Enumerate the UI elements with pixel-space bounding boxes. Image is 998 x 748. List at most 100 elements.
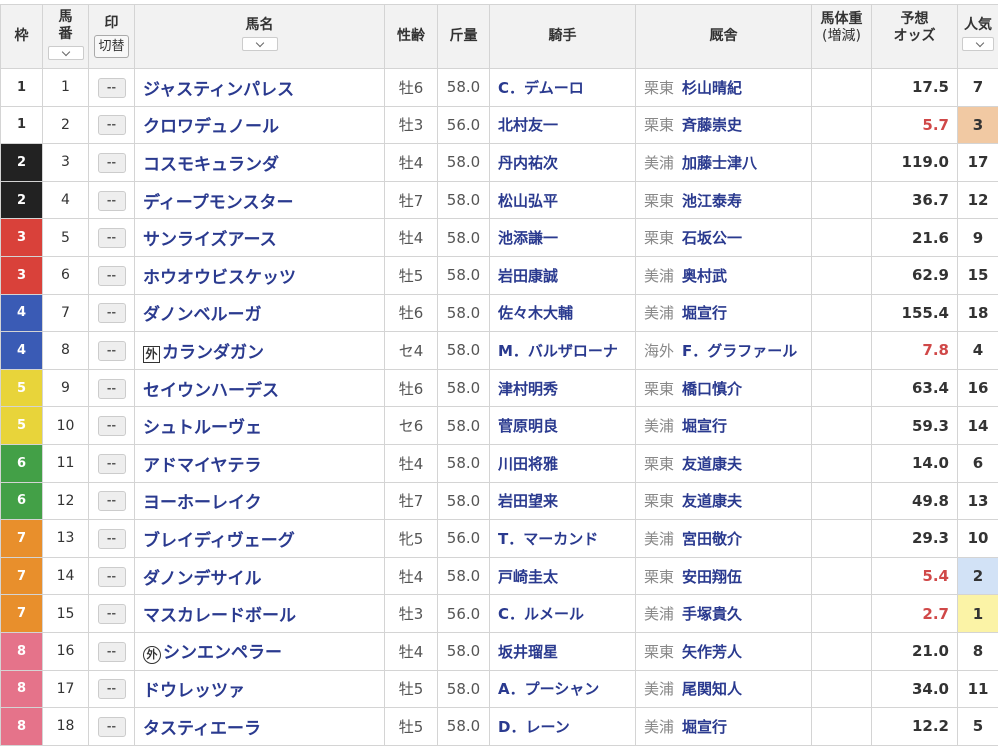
header-umaban[interactable]: 馬番 xyxy=(42,4,89,69)
horse-name-link[interactable]: ジャスティンパレス xyxy=(143,80,294,100)
horse-name-cell[interactable]: ブレイディヴェーグ xyxy=(134,519,385,558)
horse-name-cell[interactable]: ダノンデサイル xyxy=(134,556,385,596)
jockey-link[interactable]: C．ルメール xyxy=(498,605,584,623)
trainer-cell[interactable]: 栗東 橋口慎介 xyxy=(635,368,812,408)
horse-name-link[interactable]: ダノンデサイル xyxy=(143,569,262,589)
trainer-link[interactable]: 友道康夫 xyxy=(682,492,742,510)
horse-name-cell[interactable]: ダノンベルーガ xyxy=(134,293,385,333)
jockey-link[interactable]: M．バルザローナ xyxy=(498,342,618,360)
jockey-link[interactable]: 戸崎圭太 xyxy=(498,568,558,586)
trainer-link[interactable]: 堀宣行 xyxy=(682,417,727,435)
trainer-link[interactable]: 加藤士津八 xyxy=(682,154,757,172)
jockey-link[interactable]: T．マーカンド xyxy=(498,530,598,548)
header-horse[interactable]: 馬名 xyxy=(134,4,385,69)
mark-selector[interactable]: -- xyxy=(97,115,126,136)
trainer-link[interactable]: 杉山晴紀 xyxy=(682,79,742,97)
jockey-link[interactable]: 川田将雅 xyxy=(498,455,558,473)
sort-horse-chevron-icon[interactable] xyxy=(241,37,278,51)
jockey-link[interactable]: A．プーシャン xyxy=(498,680,599,698)
trainer-link[interactable]: F．グラファール xyxy=(682,342,797,360)
jockey-link[interactable]: 北村友一 xyxy=(498,116,558,134)
horse-name-cell[interactable]: 外カランダガン xyxy=(134,331,385,370)
jockey-link[interactable]: D．レーン xyxy=(498,718,570,736)
trainer-cell[interactable]: 美浦 堀宣行 xyxy=(635,406,812,445)
jockey-link[interactable]: 岩田康誠 xyxy=(498,267,558,285)
horse-name-link[interactable]: ホウオウビスケッツ xyxy=(143,268,296,288)
jockey-cell[interactable]: 佐々木大輔 xyxy=(489,293,636,333)
trainer-link[interactable]: 奥村武 xyxy=(682,267,727,285)
mark-selector[interactable]: -- xyxy=(97,604,126,625)
jockey-cell[interactable]: 松山弘平 xyxy=(489,180,636,220)
jockey-cell[interactable]: D．レーン xyxy=(489,707,636,746)
horse-name-cell[interactable]: ホウオウビスケッツ xyxy=(134,255,385,295)
jockey-cell[interactable]: 丹内祐次 xyxy=(489,143,636,182)
trainer-link[interactable]: 矢作芳人 xyxy=(682,643,742,661)
trainer-cell[interactable]: 美浦 宮田敬介 xyxy=(635,519,812,558)
mark-selector[interactable]: -- xyxy=(97,152,126,173)
mark-selector[interactable]: -- xyxy=(97,528,126,549)
jockey-cell[interactable]: 岩田康誠 xyxy=(489,255,636,295)
horse-name-cell[interactable]: ドウレッツァ xyxy=(134,669,385,709)
jockey-link[interactable]: 岩田望来 xyxy=(498,492,558,510)
horse-name-link[interactable]: クロワデュノール xyxy=(143,117,279,137)
horse-name-link[interactable]: シンエンペラー xyxy=(163,643,282,663)
horse-name-cell[interactable]: タスティエーラ xyxy=(134,707,385,746)
trainer-cell[interactable]: 栗東 池江泰寿 xyxy=(635,180,812,220)
mark-selector[interactable]: -- xyxy=(97,77,126,98)
jockey-cell[interactable]: C．ルメール xyxy=(489,594,636,633)
mark-selector[interactable]: -- xyxy=(97,641,126,662)
jockey-cell[interactable]: 岩田望来 xyxy=(489,481,636,521)
horse-name-cell[interactable]: ジャスティンパレス xyxy=(134,68,385,107)
mark-selector[interactable]: -- xyxy=(97,340,126,361)
jockey-cell[interactable]: 川田将雅 xyxy=(489,443,636,483)
mark-selector[interactable]: -- xyxy=(97,303,126,324)
trainer-cell[interactable]: 海外 F．グラファール xyxy=(635,331,812,370)
trainer-cell[interactable]: 美浦 堀宣行 xyxy=(635,707,812,746)
mark-selector[interactable]: -- xyxy=(97,679,126,700)
trainer-cell[interactable]: 美浦 奥村武 xyxy=(635,255,812,295)
trainer-cell[interactable]: 美浦 手塚貴久 xyxy=(635,594,812,633)
trainer-link[interactable]: 橋口慎介 xyxy=(682,380,742,398)
jockey-link[interactable]: 松山弘平 xyxy=(498,192,558,210)
jockey-cell[interactable]: 戸崎圭太 xyxy=(489,556,636,596)
jockey-link[interactable]: 菅原明良 xyxy=(498,417,558,435)
mark-switch-button[interactable]: 切替 xyxy=(94,35,129,58)
trainer-cell[interactable]: 栗東 斉藤崇史 xyxy=(635,105,812,145)
jockey-cell[interactable]: C．デムーロ xyxy=(489,68,636,107)
horse-name-link[interactable]: サンライズアース xyxy=(143,230,277,250)
horse-name-link[interactable]: ヨーホーレイク xyxy=(143,493,262,513)
trainer-link[interactable]: 堀宣行 xyxy=(682,304,727,322)
horse-name-link[interactable]: ダノンベルーガ xyxy=(143,305,262,325)
jockey-link[interactable]: C．デムーロ xyxy=(498,79,584,97)
jockey-link[interactable]: 坂井瑠星 xyxy=(498,643,558,661)
horse-name-link[interactable]: コスモキュランダ xyxy=(143,155,279,175)
trainer-cell[interactable]: 美浦 尾関知人 xyxy=(635,669,812,709)
horse-name-cell[interactable]: シュトルーヴェ xyxy=(134,406,385,445)
header-popularity[interactable]: 人気 xyxy=(957,4,998,69)
trainer-cell[interactable]: 栗東 友道康夫 xyxy=(635,443,812,483)
mark-selector[interactable]: -- xyxy=(97,716,126,737)
trainer-link[interactable]: 安田翔伍 xyxy=(682,568,742,586)
trainer-cell[interactable]: 栗東 矢作芳人 xyxy=(635,631,812,671)
trainer-link[interactable]: 手塚貴久 xyxy=(682,605,742,623)
jockey-cell[interactable]: 池添謙一 xyxy=(489,218,636,257)
trainer-cell[interactable]: 美浦 加藤士津八 xyxy=(635,143,812,182)
trainer-cell[interactable]: 栗東 杉山晴紀 xyxy=(635,68,812,107)
trainer-link[interactable]: 尾関知人 xyxy=(682,680,742,698)
horse-name-link[interactable]: ドウレッツァ xyxy=(143,681,245,701)
jockey-link[interactable]: 佐々木大輔 xyxy=(498,304,573,322)
trainer-link[interactable]: 石坂公一 xyxy=(682,229,742,247)
jockey-link[interactable]: 池添謙一 xyxy=(498,229,558,247)
jockey-cell[interactable]: 菅原明良 xyxy=(489,406,636,445)
mark-selector[interactable]: -- xyxy=(97,491,126,512)
horse-name-link[interactable]: カランダガン xyxy=(162,343,264,363)
jockey-link[interactable]: 丹内祐次 xyxy=(498,154,558,172)
trainer-link[interactable]: 友道康夫 xyxy=(682,455,742,473)
mark-selector[interactable]: -- xyxy=(97,190,126,211)
horse-name-cell[interactable]: セイウンハーデス xyxy=(134,368,385,408)
sort-umaban-chevron-icon[interactable] xyxy=(47,45,84,60)
mark-selector[interactable]: -- xyxy=(97,453,126,474)
trainer-link[interactable]: 斉藤崇史 xyxy=(682,116,742,134)
trainer-link[interactable]: 池江泰寿 xyxy=(682,192,742,210)
horse-name-cell[interactable]: マスカレードボール xyxy=(134,594,385,633)
